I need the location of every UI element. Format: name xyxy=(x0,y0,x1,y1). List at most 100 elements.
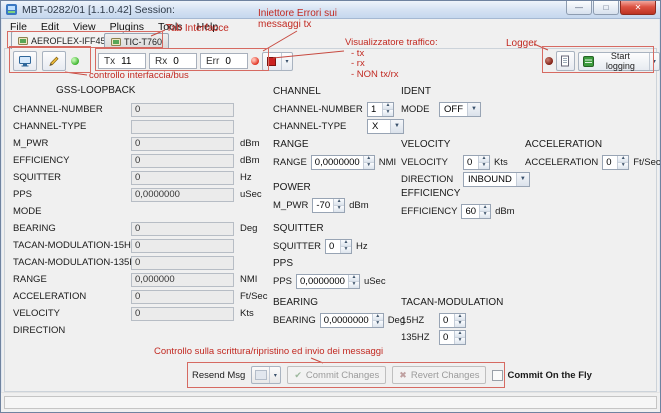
unit-label: Hz xyxy=(237,172,271,183)
bearing-spinner[interactable]: 0,0000000▲▼ xyxy=(320,313,384,328)
field-label: RANGE xyxy=(273,157,307,168)
135hz-spinner[interactable]: 0▲▼ xyxy=(439,330,466,345)
resend-msg-button[interactable]: ▾ xyxy=(251,366,281,384)
gss-row: CHANNEL-TYPE xyxy=(13,118,271,135)
edit-bus-button[interactable] xyxy=(42,51,66,71)
spinner-down-icon[interactable]: ▼ xyxy=(341,247,351,253)
minimize-button[interactable]: — xyxy=(566,1,592,15)
direction-combo[interactable]: INBOUND▼ xyxy=(463,172,530,187)
gss-row: TACAN-MODULATION-15HZ0 xyxy=(13,237,271,254)
spinner-down-icon[interactable]: ▼ xyxy=(618,163,628,169)
channel-number-spinner[interactable]: 1▲▼ xyxy=(367,102,394,117)
spinner-value: -70 xyxy=(313,199,333,212)
spinner-down-icon[interactable]: ▼ xyxy=(364,163,374,169)
commit-on-the-fly-checkbox[interactable]: Commit On the Fly xyxy=(492,370,591,381)
monitor-icon xyxy=(18,55,32,67)
field-label: 135HZ xyxy=(401,332,435,343)
combo-arrow-icon: ▼ xyxy=(390,120,403,133)
gss-cell: 0 xyxy=(131,137,234,151)
spinner-down-icon[interactable]: ▼ xyxy=(383,110,393,116)
spinner-down-icon[interactable]: ▼ xyxy=(349,282,359,288)
bus-status-led xyxy=(71,57,79,65)
spinner-down-icon[interactable]: ▼ xyxy=(373,321,383,327)
spinner-down-icon[interactable]: ▼ xyxy=(480,212,490,218)
gss-row: RANGE0,000000NMI xyxy=(13,271,271,288)
start-logging-label: Start logging xyxy=(597,51,644,71)
spinner-down-icon[interactable]: ▼ xyxy=(455,321,465,327)
acceleration-group: ACCELERATIONACCELERATION0▲▼Ft/Sec xyxy=(525,139,661,171)
unit-label: dBm xyxy=(349,200,369,211)
err-value: 0 xyxy=(225,56,231,67)
spinner-value: 0 xyxy=(440,314,454,327)
tab-tic-t760[interactable]: TIC-T760 xyxy=(104,33,169,49)
log-file-button[interactable] xyxy=(556,51,575,71)
field-label: M_PWR xyxy=(273,200,308,211)
spinner-down-icon[interactable]: ▼ xyxy=(334,206,344,212)
gss-row: VELOCITY0Kts xyxy=(13,305,271,322)
tx-counter[interactable]: Tx 11 xyxy=(98,53,146,69)
velocity-group: VELOCITYVELOCITY0▲▼KtsDIRECTIONINBOUND▼ xyxy=(401,139,530,188)
dropdown-arrow-icon[interactable]: ▾ xyxy=(281,53,292,70)
group-title: VELOCITY xyxy=(401,139,530,150)
squitter-spinner[interactable]: 0▲▼ xyxy=(325,239,352,254)
group-title: RANGE xyxy=(273,139,396,150)
menu-item-help[interactable]: Help xyxy=(190,20,226,34)
field-row: MODEOFF▼ xyxy=(401,101,481,117)
pencil-icon xyxy=(48,55,60,67)
dropdown-arrow-icon[interactable]: ▾ xyxy=(269,367,280,383)
gss-loopback-group: GSS-LOOPBACK CHANNEL-NUMBER0CHANNEL-TYPE… xyxy=(13,85,271,339)
commit-changes-button[interactable]: ✔ Commit Changes xyxy=(287,366,386,384)
rx-counter[interactable]: Rx 0 xyxy=(149,53,197,69)
field-label: RANGE xyxy=(13,274,128,285)
spinner-down-icon[interactable]: ▼ xyxy=(455,338,465,344)
mode-combo[interactable]: OFF▼ xyxy=(439,102,481,117)
close-button[interactable]: ✕ xyxy=(620,1,656,15)
spinner-down-icon[interactable]: ▼ xyxy=(479,163,489,169)
efficiency-spinner[interactable]: 60▲▼ xyxy=(461,204,491,219)
m-pwr-spinner[interactable]: -70▲▼ xyxy=(312,198,345,213)
interface-connect-button[interactable] xyxy=(13,51,37,71)
gss-cell: 0 xyxy=(131,154,234,168)
err-counter[interactable]: Err 0 xyxy=(200,53,248,69)
spinner-value: 0 xyxy=(440,331,454,344)
maximize-button[interactable]: □ xyxy=(593,1,619,15)
start-logging-button[interactable]: Start logging ▾ xyxy=(578,52,660,71)
logger-toolbar: Start logging ▾ xyxy=(545,50,660,72)
pps-spinner[interactable]: 0,0000000▲▼ xyxy=(296,274,360,289)
gss-cell: 0,000000 xyxy=(131,273,234,287)
15hz-spinner[interactable]: 0▲▼ xyxy=(439,313,466,328)
field-label: TACAN-MODULATION-135HZ xyxy=(13,257,128,268)
channel-type-combo[interactable]: X▼ xyxy=(367,119,404,134)
acceleration-spinner[interactable]: 0▲▼ xyxy=(602,155,629,170)
revert-changes-label: Revert Changes xyxy=(411,370,480,381)
gss-rows: CHANNEL-NUMBER0CHANNEL-TYPEM_PWR0dBmEFFI… xyxy=(13,101,271,339)
spinner-value: 0 xyxy=(603,156,617,169)
status-field xyxy=(4,396,657,409)
window-controls: — □ ✕ xyxy=(565,1,656,15)
unit-label: dBm xyxy=(237,155,271,166)
checkbox-icon[interactable] xyxy=(492,370,503,381)
start-logging-icon xyxy=(583,56,594,67)
rx-value: 0 xyxy=(173,56,179,67)
dropdown-arrow-icon[interactable]: ▾ xyxy=(649,53,659,70)
field-label: PPS xyxy=(13,189,128,200)
velocity-spinner[interactable]: 0▲▼ xyxy=(463,155,490,170)
field-label: EFFICIENCY xyxy=(13,155,128,166)
field-label: ACCELERATION xyxy=(525,157,598,168)
field-row: 135HZ 0▲▼ xyxy=(401,329,503,345)
gss-cell: 0 xyxy=(131,222,234,236)
field-label: M_PWR xyxy=(13,138,128,149)
error-injector-button[interactable]: ▾ xyxy=(262,52,293,71)
field-label: CHANNEL-NUMBER xyxy=(273,104,363,115)
revert-changes-button[interactable]: ✖ Revert Changes xyxy=(392,366,486,384)
combo-arrow-icon: ▼ xyxy=(516,173,529,186)
group-title: GSS-LOOPBACK xyxy=(56,85,271,96)
spinner-value: 1 xyxy=(368,103,382,116)
menu-item-tools[interactable]: Tools xyxy=(151,20,190,34)
status-bar xyxy=(1,392,660,412)
gss-row: EFFICIENCY0dBm xyxy=(13,152,271,169)
group-title: IDENT xyxy=(401,86,481,97)
group-title: CHANNEL xyxy=(273,86,404,97)
range-spinner[interactable]: 0,0000000▲▼ xyxy=(311,155,375,170)
unit-label: dBm xyxy=(237,138,271,149)
